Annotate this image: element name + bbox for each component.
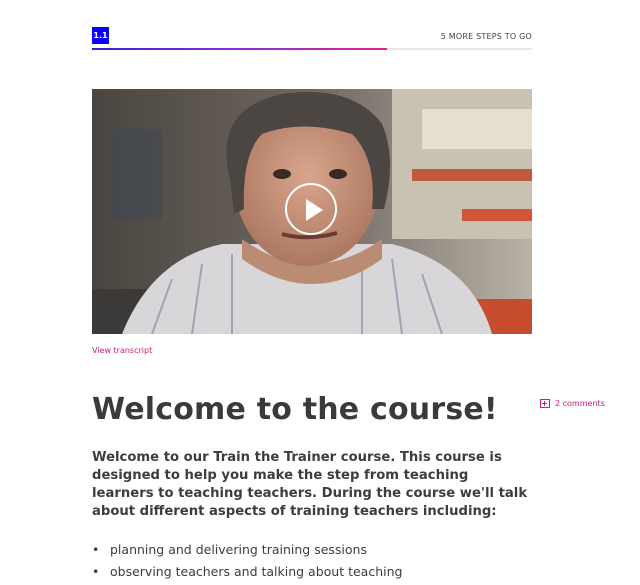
intro-paragraph: Welcome to our Train the Trainer course.… — [92, 450, 528, 519]
comments-label: 2 comments — [555, 399, 605, 408]
steps-remaining: 5 MORE STEPS TO GO — [440, 32, 532, 41]
comments-link[interactable]: 2 comments — [540, 399, 605, 408]
play-icon — [306, 199, 323, 221]
comment-add-icon — [540, 399, 550, 408]
page-title: Welcome to the course! — [92, 392, 498, 427]
play-button[interactable] — [285, 183, 337, 235]
view-transcript-link[interactable]: View transcript — [92, 346, 152, 355]
step-badge: 1.1 — [92, 27, 109, 44]
video-player[interactable] — [92, 89, 532, 334]
list-item: planning and delivering training session… — [92, 541, 402, 563]
topics-list: planning and delivering training session… — [92, 541, 402, 585]
progress-fill — [92, 48, 387, 50]
list-item: observing teachers and talking about tea… — [92, 563, 402, 585]
progress-bar — [92, 48, 532, 50]
